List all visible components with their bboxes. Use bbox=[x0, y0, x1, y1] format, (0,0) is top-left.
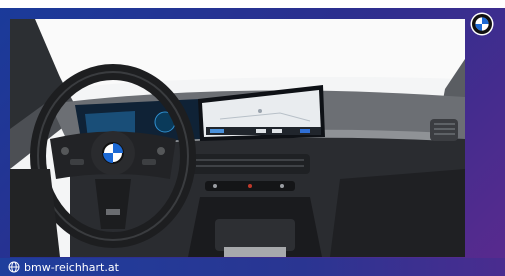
car-interior-photo bbox=[10, 19, 465, 257]
website-text[interactable]: bmw-reichhart.at bbox=[24, 261, 119, 274]
globe-icon bbox=[8, 261, 20, 273]
website-label[interactable]: bmw-reichhart.at bbox=[8, 258, 119, 276]
bmw-logo-icon bbox=[470, 12, 494, 36]
ad-card: bmw-reichhart.at bbox=[0, 0, 505, 276]
interior-illustration bbox=[10, 19, 465, 257]
website-bar: bmw-reichhart.at bbox=[0, 258, 505, 276]
top-strip bbox=[0, 0, 505, 8]
